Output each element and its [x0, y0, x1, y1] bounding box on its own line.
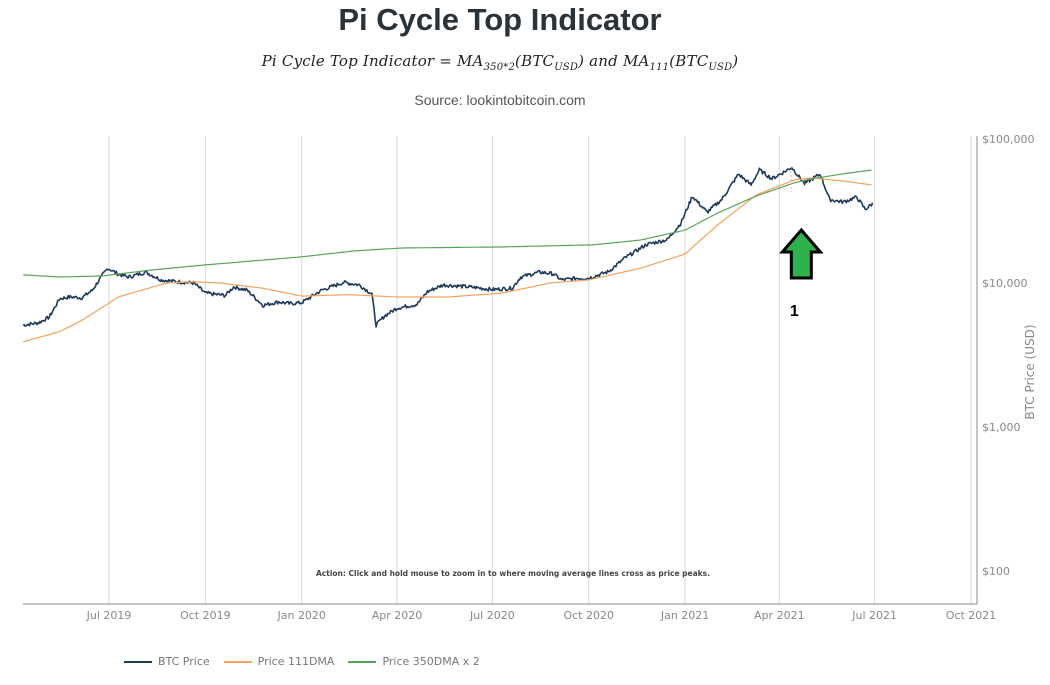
- action-hint: Action: Click and hold mouse to zoom in …: [316, 569, 710, 578]
- series-line-price-111dma[interactable]: [22, 177, 872, 343]
- legend-label: Price 350DMA x 2: [382, 655, 480, 668]
- legend-label: BTC Price: [158, 655, 210, 668]
- x-tick-label: Apr 2020: [372, 609, 423, 622]
- x-tick-label: Apr 2021: [754, 609, 805, 622]
- legend-item-price-350dma-x-2[interactable]: Price 350DMA x 2: [348, 655, 480, 668]
- legend-swatch: [348, 660, 377, 663]
- legend-label: Price 111DMA: [257, 655, 335, 668]
- annotation-label: 1: [790, 303, 799, 320]
- y-tick-label: $10,000: [982, 277, 1028, 290]
- series-line-price-350dma-x-2[interactable]: [23, 169, 872, 278]
- y-tick-label: $1,000: [982, 421, 1021, 434]
- x-tick-label: Jul 2021: [851, 609, 897, 622]
- x-tick-label: Jan 2021: [660, 609, 709, 622]
- y-tick-label: $100: [982, 565, 1010, 578]
- x-tick-label: Jan 2020: [276, 609, 325, 622]
- x-tick-label: Jul 2019: [86, 609, 132, 622]
- series-group: [22, 167, 874, 343]
- chart[interactable]: Jul 2019 Oct 2019 Jan 2020 Apr 2020 Jul 2020…: [0, 0, 1050, 640]
- legend-item-price-111dma[interactable]: Price 111DMA: [223, 655, 335, 668]
- up-arrow-annotation: [779, 227, 824, 280]
- x-tick-label: Oct 2020: [563, 609, 614, 622]
- legend-swatch: [223, 660, 252, 663]
- legend: BTC Price Price 111DMA Price 350DMA x 2: [124, 655, 480, 668]
- x-ticks: Jul 2019 Oct 2019 Jan 2020 Apr 2020 Jul 2020…: [86, 609, 997, 622]
- legend-swatch: [124, 660, 152, 663]
- y-axis-label: BTC Price (USD): [1023, 324, 1037, 419]
- legend-item-btc-price[interactable]: BTC Price: [124, 655, 210, 668]
- x-tick-label: Oct 2019: [180, 609, 231, 622]
- x-tick-label: Oct 2021: [946, 609, 997, 622]
- grid: [108, 136, 972, 604]
- y-tick-label: $100,000: [982, 133, 1035, 146]
- x-tick-label: Jul 2020: [469, 609, 515, 622]
